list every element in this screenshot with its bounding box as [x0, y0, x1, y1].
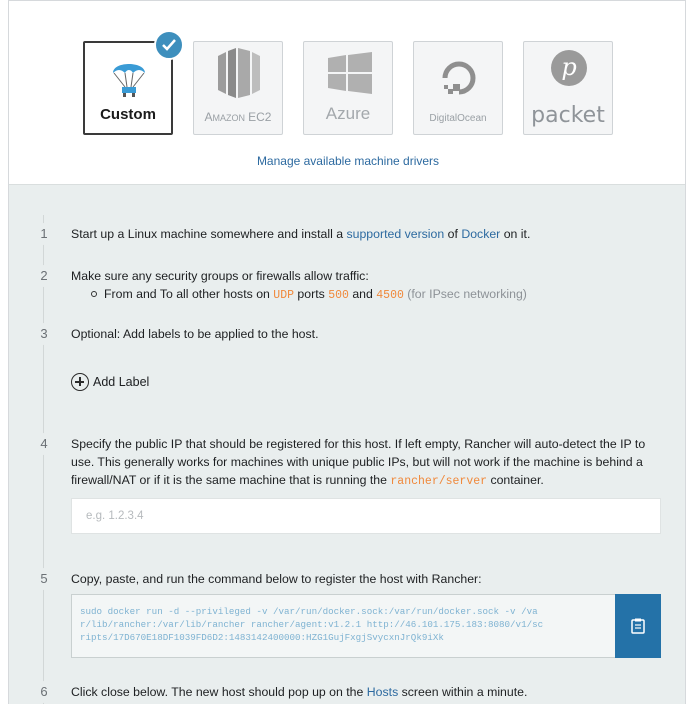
register-command-text[interactable]: sudo docker run -d --privileged -v /var/… [80, 605, 614, 644]
step-1-text-post: on it. [500, 227, 531, 241]
step-1-text-mid: of [444, 227, 462, 241]
step-number-4: 4 [33, 433, 55, 455]
driver-packet-label: packet [531, 103, 605, 128]
step-6-text-post: screen within a minute. [398, 685, 528, 699]
supported-version-link[interactable]: supported version [346, 227, 444, 241]
step-2-bullet: From and To all other hosts on UDP ports… [71, 285, 671, 305]
manage-drivers-link[interactable]: Manage available machine drivers [9, 154, 687, 168]
step-1-text: Start up a Linux machine somewhere and i… [71, 225, 671, 243]
machine-driver-list: Custom AMAZON EC2 Azure DigitalOcean p p… [83, 30, 643, 137]
step-number-1: 1 [33, 223, 55, 245]
driver-custom-label: Custom [100, 106, 156, 123]
driver-amazon-ec2-label: AMAZON EC2 [204, 110, 272, 124]
port-500-code: 500 [328, 289, 349, 302]
windows-icon [328, 52, 372, 94]
docker-link[interactable]: Docker [461, 227, 500, 241]
step-2-heading: Make sure any security groups or firewal… [71, 269, 369, 283]
copy-button[interactable] [615, 594, 661, 658]
step-4-text: Specify the public IP that should be reg… [71, 435, 671, 491]
driver-digitalocean-label: DigitalOcean [429, 113, 487, 124]
plus-circle-icon [71, 373, 89, 391]
and-word: and [348, 287, 377, 301]
digitalocean-icon [442, 61, 476, 95]
register-command-box[interactable]: sudo docker run -d --privileged -v /var/… [71, 594, 661, 658]
step-4-text-post: container. [487, 473, 544, 487]
step-number-5: 5 [33, 568, 55, 590]
steps-rail [43, 215, 44, 704]
rancher-server-code: rancher/server [390, 475, 488, 488]
step-number-6: 6 [33, 681, 55, 703]
step-2-bullet-pre: From and To all other hosts on [104, 287, 274, 301]
driver-packet[interactable]: p packet [523, 41, 613, 135]
step-6-text: Click close below. The new host should p… [71, 683, 671, 701]
bullet-icon [91, 291, 97, 297]
ports-word: ports [294, 287, 329, 301]
add-host-panel: Custom AMAZON EC2 Azure DigitalOcean p p… [8, 0, 686, 704]
public-ip-input[interactable] [71, 498, 661, 534]
port-4500-code: 4500 [376, 289, 404, 302]
ec2-icon [218, 48, 260, 98]
add-label-button[interactable]: Add Label [71, 373, 149, 391]
step-1-text-pre: Start up a Linux machine somewhere and i… [71, 227, 347, 241]
step-3-text: Optional: Add labels to be applied to th… [71, 327, 319, 341]
driver-digitalocean[interactable]: DigitalOcean [413, 41, 503, 135]
step-6-text-pre: Click close below. The new host should p… [71, 685, 367, 699]
add-label-text: Add Label [93, 375, 150, 389]
steps-panel: 1 Start up a Linux machine somewhere and… [9, 184, 685, 704]
ipsec-note: (for IPsec networking) [403, 287, 527, 301]
selected-check-icon [154, 30, 184, 60]
step-5-text: Copy, paste, and run the command below t… [71, 572, 482, 586]
step-2-text: Make sure any security groups or firewal… [71, 267, 671, 305]
clipboard-icon [631, 618, 645, 634]
driver-amazon-ec2[interactable]: AMAZON EC2 [193, 41, 283, 135]
hosts-link[interactable]: Hosts [367, 685, 398, 699]
parachute-icon [113, 64, 145, 97]
step-number-2: 2 [33, 265, 55, 287]
step-4-text-main: Specify the public IP that should be reg… [71, 437, 646, 487]
driver-azure[interactable]: Azure [303, 41, 393, 135]
packet-icon: p [551, 50, 587, 86]
udp-code: UDP [273, 289, 295, 302]
step-number-3: 3 [33, 323, 55, 345]
driver-azure-label: Azure [325, 104, 371, 123]
driver-custom[interactable]: Custom [83, 30, 184, 135]
